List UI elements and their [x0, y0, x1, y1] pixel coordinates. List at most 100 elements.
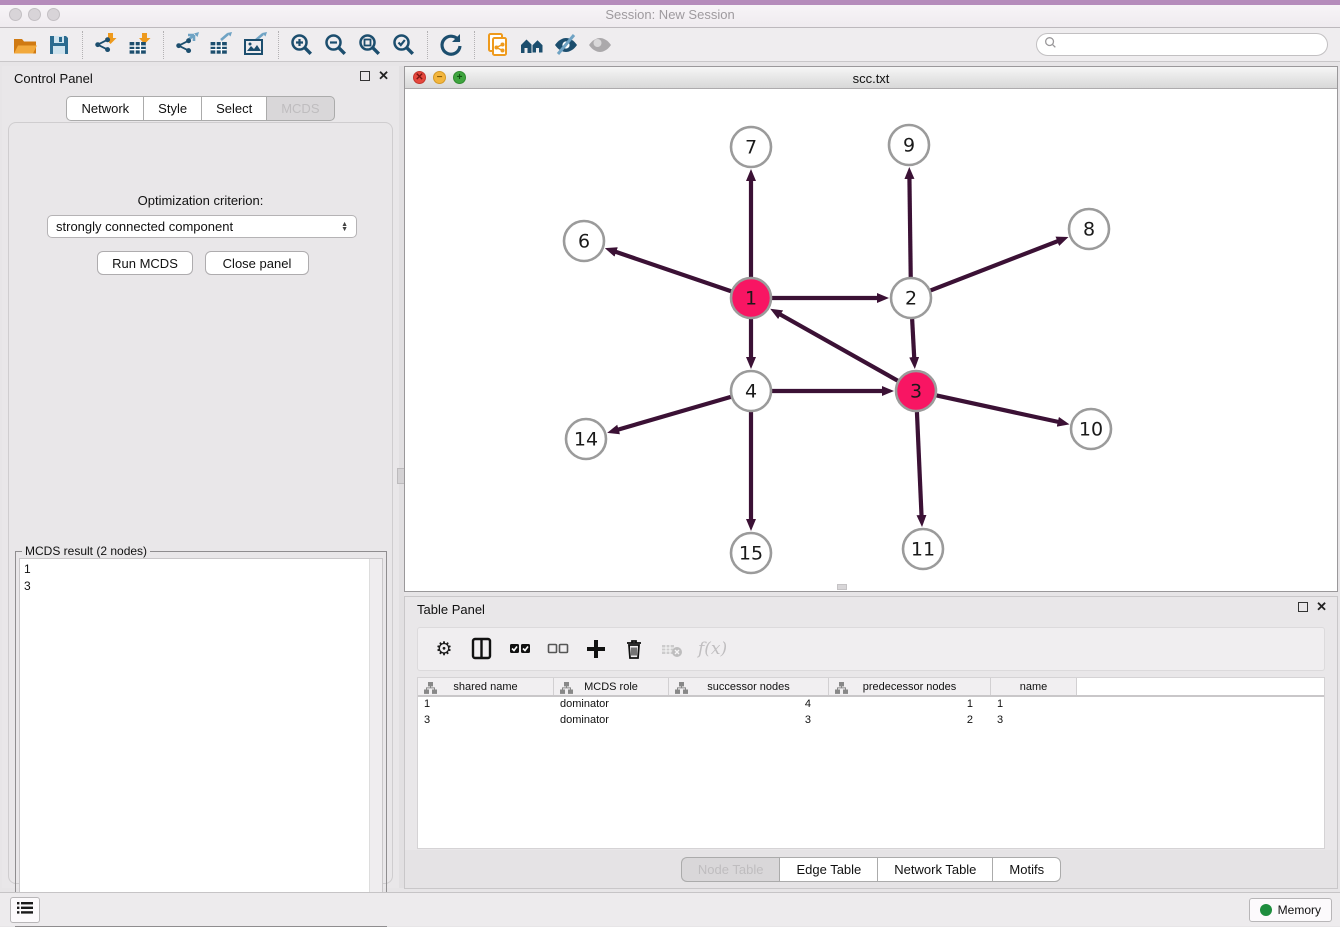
toolbar-separator [163, 31, 164, 59]
node-7[interactable]: 7 [731, 127, 771, 167]
column-header-successor-nodes[interactable]: successor nodes [669, 678, 829, 695]
table-panel: Table Panel ✕ ⚙f(x) shared nameMCDS role… [404, 596, 1338, 889]
node-8[interactable]: 8 [1069, 209, 1109, 249]
import-table-icon[interactable] [123, 30, 157, 60]
task-history-button[interactable] [10, 897, 40, 923]
node-10[interactable]: 10 [1071, 409, 1111, 449]
edge-2-8[interactable] [931, 241, 1059, 290]
zoom-fit-icon[interactable] [353, 30, 387, 60]
network-resize-grip[interactable] [837, 584, 847, 590]
deselect-all-icon[interactable] [546, 635, 570, 663]
first-neighbors-icon[interactable] [515, 30, 549, 60]
close-panel-button[interactable]: Close panel [205, 251, 309, 275]
clone-network-icon[interactable] [481, 30, 515, 60]
search-input[interactable] [1057, 38, 1327, 52]
table-row[interactable]: 3dominator323 [418, 713, 1324, 729]
cell-shared-name[interactable]: 1 [418, 697, 554, 713]
tab-node-table[interactable]: Node Table [681, 857, 780, 882]
node-6[interactable]: 6 [564, 221, 604, 261]
mcds-result-box: MCDS result (2 nodes) 1 3 [15, 551, 387, 927]
tab-network-table[interactable]: Network Table [877, 857, 992, 882]
edge-3-11[interactable] [917, 412, 922, 516]
edge-2-3[interactable] [912, 319, 914, 358]
tab-style[interactable]: Style [143, 96, 201, 121]
toolbar-separator [474, 31, 475, 59]
menubar-strip [0, 0, 1340, 5]
node-15[interactable]: 15 [731, 533, 771, 573]
gear-icon[interactable]: ⚙ [432, 635, 456, 663]
tab-network[interactable]: Network [66, 96, 143, 121]
edge-1-6[interactable] [615, 252, 731, 292]
cell-shared-name[interactable]: 3 [418, 713, 554, 729]
svg-text:2: 2 [905, 288, 917, 310]
column-header-name[interactable]: name [991, 678, 1077, 695]
delete-table-icon [660, 635, 684, 663]
node-14[interactable]: 14 [566, 419, 606, 459]
toolbar-separator [427, 31, 428, 59]
search-field[interactable] [1036, 33, 1328, 56]
node-1[interactable]: 1 [731, 278, 771, 318]
open-icon[interactable] [8, 30, 42, 60]
edge-4-14[interactable] [618, 397, 731, 430]
tab-edge-table[interactable]: Edge Table [779, 857, 877, 882]
cell-MCDS-role[interactable]: dominator [554, 697, 669, 713]
float-panel-icon[interactable] [360, 71, 370, 81]
cell-MCDS-role[interactable]: dominator [554, 713, 669, 729]
tab-mcds[interactable]: MCDS [266, 96, 334, 121]
node-11[interactable]: 11 [903, 529, 943, 569]
save-icon[interactable] [42, 30, 76, 60]
tab-motifs[interactable]: Motifs [992, 857, 1061, 882]
node-9[interactable]: 9 [889, 125, 929, 165]
export-network-icon[interactable] [170, 30, 204, 60]
cell-predecessor-nodes[interactable]: 1 [829, 697, 991, 713]
import-network-icon[interactable] [89, 30, 123, 60]
zoom-selected-icon[interactable] [387, 30, 421, 60]
zoom-in-icon[interactable] [285, 30, 319, 60]
show-column-icon[interactable] [470, 635, 494, 663]
search-icon [1044, 36, 1057, 54]
titlebar: Session: New Session [0, 0, 1340, 28]
memory-button[interactable]: Memory [1249, 898, 1332, 922]
cell-name[interactable]: 1 [991, 697, 1077, 713]
cell-predecessor-nodes[interactable]: 2 [829, 713, 991, 729]
close-panel-icon[interactable]: ✕ [378, 71, 389, 81]
column-header-MCDS-role[interactable]: MCDS role [554, 678, 669, 695]
edge-2-9[interactable] [909, 178, 910, 277]
hide-selected-icon[interactable] [549, 30, 583, 60]
result-scrollbar[interactable] [369, 559, 382, 922]
zoom-out-icon[interactable] [319, 30, 353, 60]
hierarchy-icon [675, 682, 688, 698]
select-all-icon[interactable] [508, 635, 532, 663]
node-4[interactable]: 4 [731, 371, 771, 411]
toolbar-separator [278, 31, 279, 59]
delete-row-icon[interactable] [622, 635, 646, 663]
table-row[interactable]: 1dominator411 [418, 697, 1324, 713]
add-row-icon[interactable] [584, 635, 608, 663]
export-table-icon[interactable] [204, 30, 238, 60]
criterion-dropdown[interactable]: strongly connected component ▲▼ [47, 215, 357, 238]
tab-select[interactable]: Select [201, 96, 266, 121]
mcds-result-area[interactable]: 1 3 [19, 558, 383, 923]
window-title: Session: New Session [0, 7, 1340, 22]
refresh-icon[interactable] [434, 30, 468, 60]
node-2[interactable]: 2 [891, 278, 931, 318]
network-window-titlebar[interactable]: ✕ − + scc.txt [405, 67, 1337, 89]
close-table-panel-icon[interactable]: ✕ [1316, 602, 1327, 612]
node-3[interactable]: 3 [896, 371, 936, 411]
memory-status-icon [1260, 904, 1272, 916]
svg-text:6: 6 [578, 231, 590, 253]
column-header-predecessor-nodes[interactable]: predecessor nodes [829, 678, 991, 695]
status-bar: Memory [0, 892, 1340, 926]
network-canvas[interactable]: 1 2 3 4 6 7 8 9 10 11 14 15 [405, 89, 1337, 591]
chevron-updown-icon: ▲▼ [341, 222, 348, 232]
edge-3-10[interactable] [937, 395, 1059, 422]
cell-successor-nodes[interactable]: 3 [669, 713, 829, 729]
column-header-shared-name[interactable]: shared name [418, 678, 554, 695]
export-image-icon[interactable] [238, 30, 272, 60]
cell-name[interactable]: 3 [991, 713, 1077, 729]
edge-3-1[interactable] [780, 314, 898, 380]
run-mcds-button[interactable]: Run MCDS [97, 251, 193, 275]
cell-successor-nodes[interactable]: 4 [669, 697, 829, 713]
float-table-panel-icon[interactable] [1298, 602, 1308, 612]
show-hidden-icon[interactable] [583, 30, 617, 60]
